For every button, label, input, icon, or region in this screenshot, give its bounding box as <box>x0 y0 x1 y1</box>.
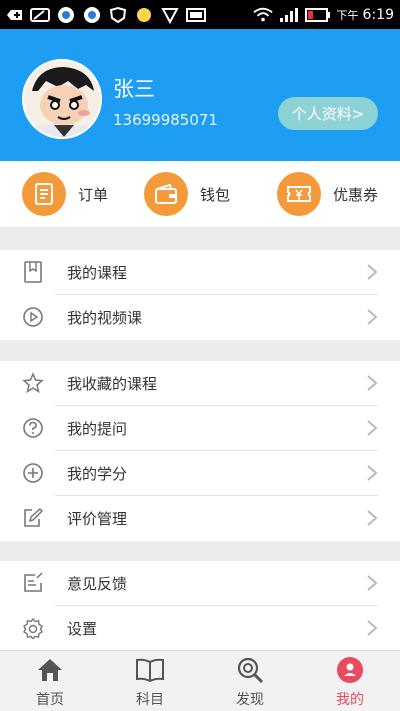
status-bar: 下午 6:19 <box>0 0 400 29</box>
discover-search-icon <box>235 655 265 685</box>
edit-icon <box>22 507 44 529</box>
menu-item-favorite-courses[interactable]: 我收藏的课程 <box>0 361 400 406</box>
yellow-dot-icon <box>134 6 154 24</box>
menu-item-label: 我的学分 <box>67 465 128 483</box>
menu-item-label: 设置 <box>67 620 98 638</box>
feedback-icon <box>22 572 44 594</box>
tab-label: 发现 <box>236 692 264 708</box>
menu-group-courses: 我的课程 我的视频课 <box>0 250 400 340</box>
star-icon <box>22 372 44 394</box>
wallet-icon <box>144 172 188 216</box>
tab-mine[interactable]: 我的 <box>300 651 400 711</box>
profile-header: 张三 13699985071 个人资料> <box>0 29 400 161</box>
menu-item-review-management[interactable]: 评价管理 <box>0 496 400 541</box>
wallet-label: 钱包 <box>200 185 231 204</box>
bottom-tab-bar: 首页 科目 发现 我的 <box>0 650 400 711</box>
shield-check-icon <box>108 6 128 24</box>
chevron-right-icon <box>367 264 378 280</box>
menu-item-feedback[interactable]: 意见反馈 <box>0 561 400 606</box>
tab-label: 首页 <box>36 692 64 708</box>
chevron-right-icon <box>367 465 378 481</box>
home-icon <box>35 655 65 685</box>
phone-number: 13699985071 <box>113 111 218 129</box>
menu-item-label: 意见反馈 <box>67 575 128 593</box>
qq-icon <box>56 6 76 24</box>
chevron-right-icon <box>367 620 378 636</box>
chevron-right-icon <box>367 420 378 436</box>
order-label: 订单 <box>78 185 109 204</box>
coupon-icon <box>277 172 321 216</box>
chevron-right-icon <box>367 375 378 391</box>
book-icon <box>22 261 44 283</box>
menu-item-label: 评价管理 <box>67 510 128 528</box>
signal-icon <box>279 6 299 24</box>
order-document-icon <box>22 172 66 216</box>
image-icon <box>186 6 206 24</box>
menu-group-activity: 我收藏的课程 我的提问 我的学分 评价管理 <box>0 361 400 541</box>
coupon-button[interactable]: 优惠券 <box>277 171 378 217</box>
menu-item-label: 我的课程 <box>67 264 128 282</box>
chevron-right-icon <box>367 510 378 526</box>
order-button[interactable]: 订单 <box>22 171 108 217</box>
profile-icon <box>335 655 365 685</box>
coupon-label: 优惠券 <box>333 185 379 204</box>
menu-item-label: 我收藏的课程 <box>67 375 158 393</box>
qq-icon <box>82 6 102 24</box>
battery-icon <box>304 6 331 24</box>
wifi-icon <box>252 6 273 24</box>
plus-circle-icon <box>22 462 44 484</box>
profile-detail-button[interactable]: 个人资料> <box>278 97 378 130</box>
tab-subjects[interactable]: 科目 <box>100 651 200 711</box>
clock: 下午 6:19 <box>336 6 394 23</box>
vee-shield-icon <box>160 6 180 24</box>
menu-group-settings: 意见反馈 设置 <box>0 561 400 651</box>
gear-icon <box>22 617 44 639</box>
open-book-icon <box>135 655 165 685</box>
tab-home[interactable]: 首页 <box>0 651 100 711</box>
play-circle-icon <box>22 306 44 328</box>
tab-label: 我的 <box>336 692 364 708</box>
menu-item-my-courses[interactable]: 我的课程 <box>0 250 400 295</box>
quick-actions: 订单 钱包 优惠券 <box>0 161 400 227</box>
tab-discover[interactable]: 发现 <box>200 651 300 711</box>
menu-item-label: 我的视频课 <box>67 309 143 327</box>
menu-item-my-video-courses[interactable]: 我的视频课 <box>0 295 400 340</box>
menu-item-label: 我的提问 <box>67 420 128 438</box>
username: 张三 <box>113 77 155 101</box>
notification-add-icon <box>4 6 24 24</box>
menu-item-settings[interactable]: 设置 <box>0 606 400 651</box>
tab-label: 科目 <box>136 692 164 708</box>
avatar[interactable] <box>22 59 102 139</box>
wallet-button[interactable]: 钱包 <box>144 171 230 217</box>
menu-item-my-questions[interactable]: 我的提问 <box>0 406 400 451</box>
menu-item-my-credits[interactable]: 我的学分 <box>0 451 400 496</box>
question-circle-icon <box>22 417 44 439</box>
chevron-right-icon <box>367 575 378 591</box>
photo-icon <box>30 6 50 24</box>
chevron-right-icon <box>367 309 378 325</box>
